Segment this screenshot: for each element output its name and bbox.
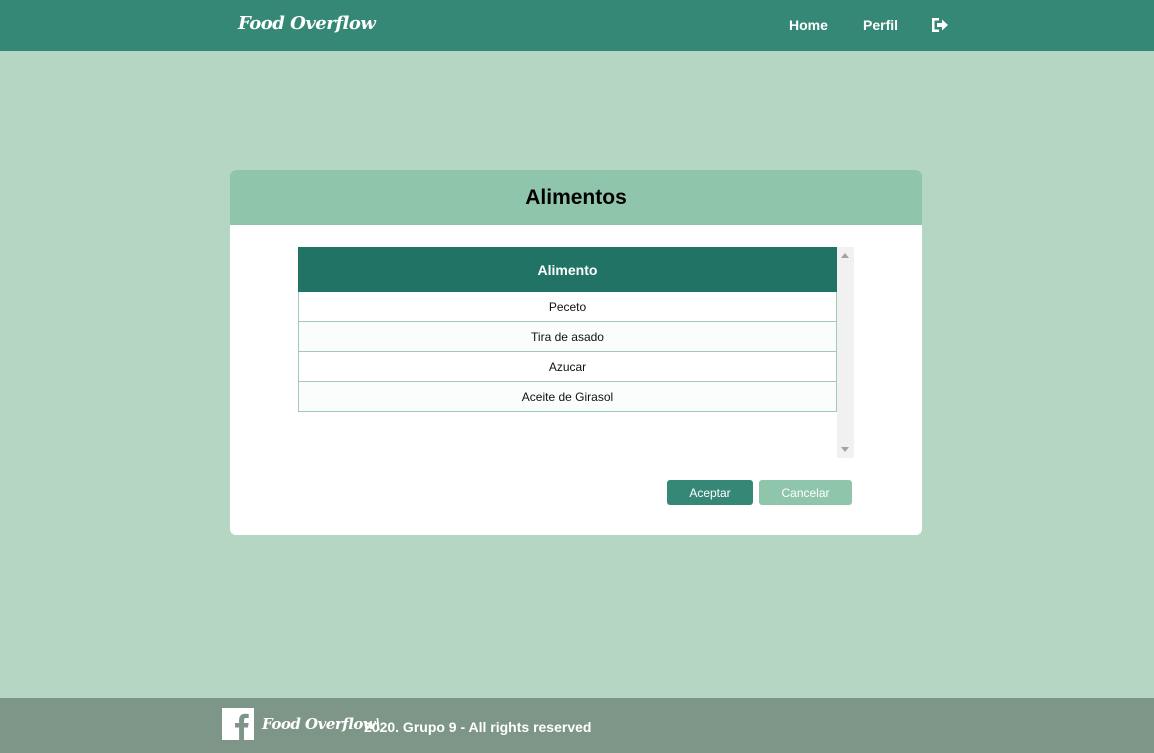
brand-logo[interactable]: Food Overflow — [238, 13, 376, 34]
table-row[interactable]: Aceite de Girasol — [298, 382, 837, 412]
table-body: Alimento Peceto Tira de asado Azucar Ace… — [298, 247, 837, 458]
top-navbar: Food Overflow Home Perfil — [0, 0, 1154, 51]
alimentos-card: Alimentos Alimento Peceto Tira de asado … — [230, 170, 922, 535]
aceptar-button[interactable]: Aceptar — [667, 480, 753, 505]
table-scrollbar[interactable] — [837, 247, 854, 458]
footer: Food Overflow\ 2020. Grupo 9 - All right… — [0, 698, 1154, 753]
alimentos-table: Alimento Peceto Tira de asado Azucar Ace… — [298, 247, 854, 458]
scroll-up-arrow-icon[interactable] — [841, 253, 849, 258]
footer-brand: Food Overflow\ — [262, 715, 381, 733]
nav-home-link[interactable]: Home — [789, 17, 828, 33]
table-row[interactable]: Azucar — [298, 352, 837, 382]
facebook-icon[interactable] — [222, 708, 254, 740]
card-title: Alimentos — [525, 185, 627, 209]
sign-out-icon[interactable] — [930, 15, 950, 35]
nav-perfil-link[interactable]: Perfil — [863, 17, 898, 33]
table-row[interactable]: Tira de asado — [298, 322, 837, 352]
footer-copyright: 2020. Grupo 9 - All rights reserved — [364, 719, 592, 735]
table-row[interactable]: Peceto — [298, 292, 837, 322]
cancelar-button[interactable]: Cancelar — [759, 480, 852, 505]
table-header-alimento[interactable]: Alimento — [298, 247, 837, 292]
scroll-down-arrow-icon[interactable] — [841, 447, 849, 452]
card-header: Alimentos — [230, 170, 922, 225]
